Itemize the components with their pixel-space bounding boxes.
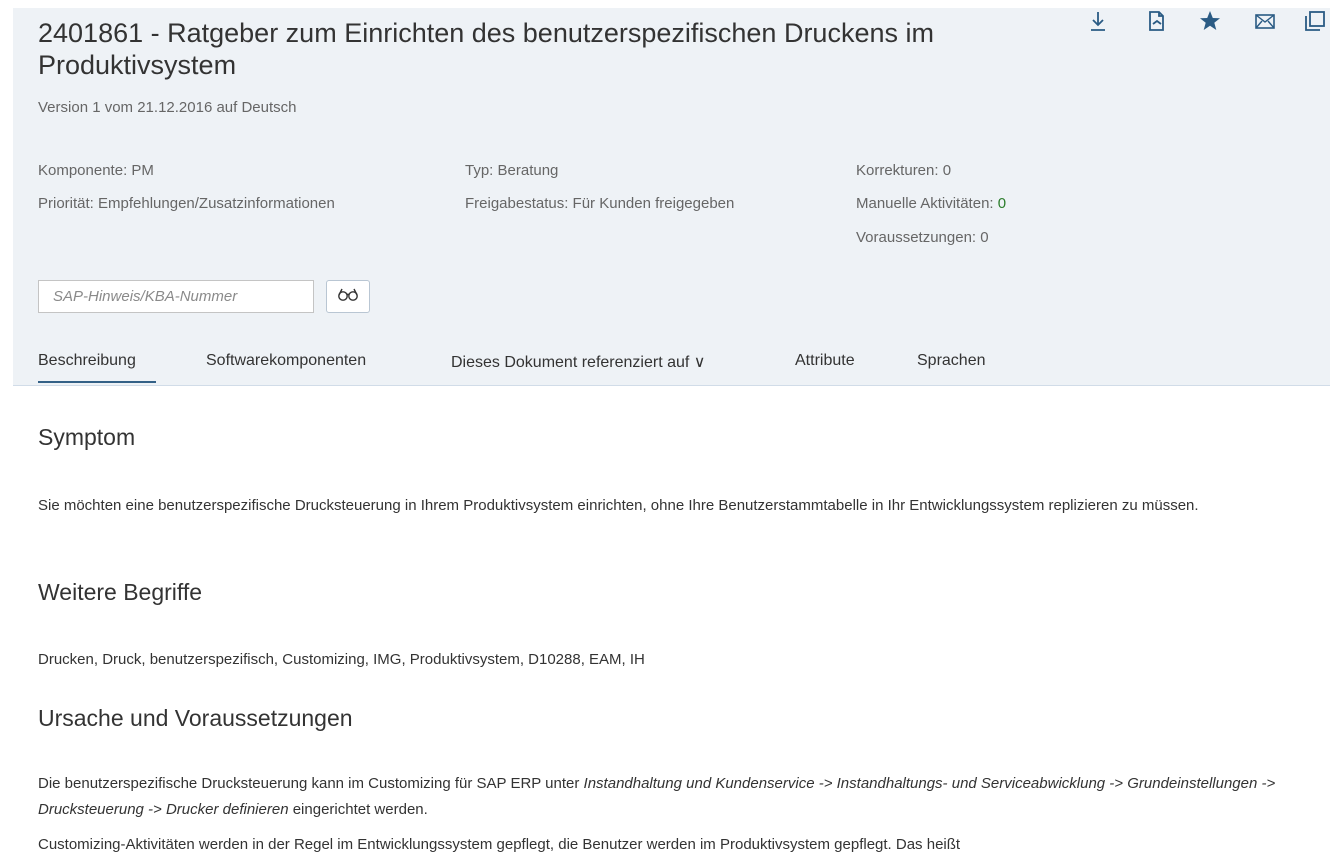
meta-freigabestatus: Freigabestatus: Für Kunden freigegeben [465, 195, 735, 212]
note-number-search-input[interactable] [38, 280, 314, 313]
ursache-text-end: eingerichtet werden. [288, 801, 428, 818]
meta-voraussetzungen: Voraussetzungen: 0 [856, 229, 989, 246]
download-icon[interactable] [1085, 8, 1111, 34]
meta-manuelle-value[interactable]: 0 [998, 195, 1006, 212]
page-title: 2401861 - Ratgeber zum Einrichten des be… [38, 18, 934, 80]
meta-korrekturen: Korrekturen: 0 [856, 162, 952, 179]
glasses-icon [336, 286, 360, 307]
meta-manuelle-label: Manuelle Aktivitäten: [856, 195, 998, 212]
tab-softwarekomponenten[interactable]: Softwarekomponenten [206, 352, 366, 370]
ursache-heading: Ursache und Voraussetzungen [38, 705, 353, 731]
tab-attribute[interactable]: Attribute [795, 352, 855, 370]
ursache-text-start: Die benutzerspezifische Drucksteuerung k… [38, 775, 584, 792]
tab-dieses-dokument-referenziert-auf[interactable]: Dieses Dokument referenziert auf ∨ [451, 352, 705, 372]
favorite-star-icon[interactable] [1197, 8, 1223, 34]
symptom-text: Sie möchten eine benutzerspezifische Dru… [38, 497, 1199, 514]
meta-manuelle-aktivitaeten: Manuelle Aktivitäten: 0 [856, 195, 1006, 212]
meta-prioritaet: Priorität: Empfehlungen/Zusatzinformatio… [38, 195, 335, 212]
symptom-heading: Symptom [38, 424, 136, 450]
ursache-paragraph-1: Die benutzerspezifische Drucksteuerung k… [38, 771, 1308, 823]
version-info: Version 1 vom 21.12.2016 auf Deutsch [38, 99, 297, 116]
copy-icon[interactable] [1302, 8, 1328, 34]
weitere-begriffe-heading: Weitere Begriffe [38, 579, 203, 605]
ursache-paragraph-2: Customizing-Aktivitäten werden in der Re… [38, 836, 961, 853]
search-button[interactable] [326, 280, 370, 313]
email-icon[interactable] [1252, 8, 1278, 34]
tab-beschreibung[interactable]: Beschreibung [38, 352, 136, 370]
active-tab-indicator [38, 381, 156, 383]
meta-komponente: Komponente: PM [38, 162, 154, 179]
tab-sprachen[interactable]: Sprachen [917, 352, 986, 370]
weitere-begriffe-text: Drucken, Druck, benutzerspezifisch, Cust… [38, 651, 645, 668]
pdf-export-icon[interactable] [1143, 8, 1169, 34]
meta-typ: Typ: Beratung [465, 162, 559, 179]
